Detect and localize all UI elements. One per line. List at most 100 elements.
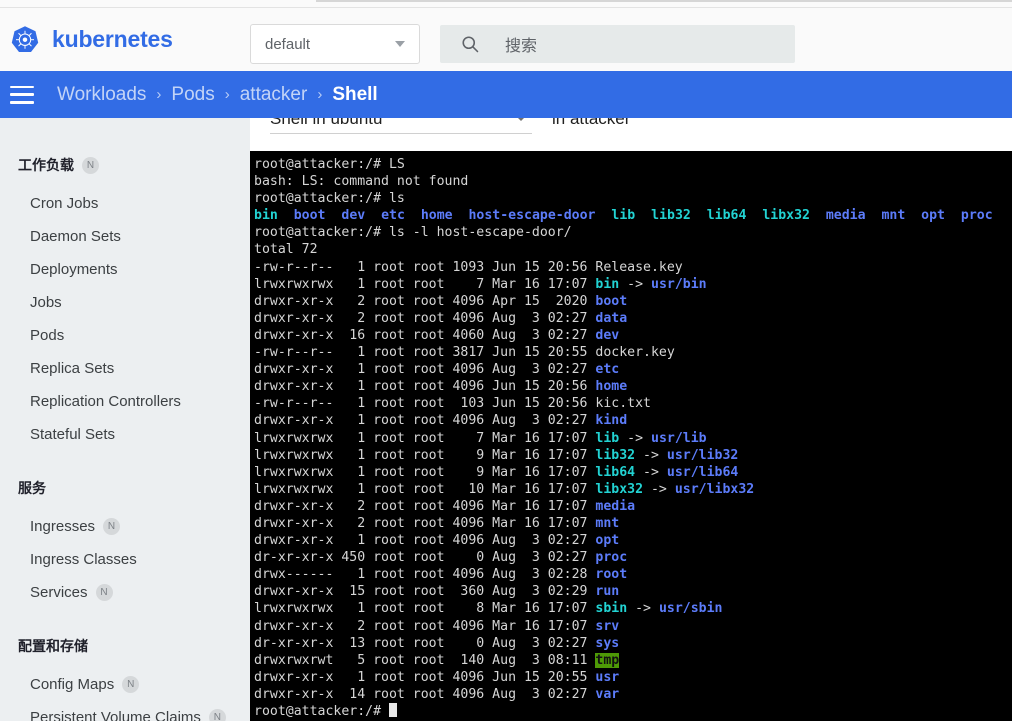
breadcrumb-item-shell: Shell [332, 83, 378, 105]
sidebar-item-pods[interactable]: Pods [0, 319, 250, 352]
terminal-text: lrwxrwxrwx 1 root root 9 Mar 16 17:07 [254, 447, 596, 463]
terminal-text: tmp [595, 652, 620, 668]
sidebar-item-label: Config Maps [30, 676, 115, 693]
terminal-text: lib [611, 208, 636, 224]
sidebar-item-replica-sets[interactable]: Replica Sets [0, 352, 250, 385]
terminal-text: -> [635, 464, 667, 480]
search-bar[interactable]: 搜索 [440, 25, 795, 63]
sidebar-item-ingress-classes[interactable]: Ingress Classes [0, 543, 250, 576]
breadcrumb-separator-icon: › [156, 86, 162, 103]
sidebar-item-label: Services [30, 584, 88, 601]
brand-logo[interactable]: kubernetes [10, 25, 173, 55]
terminal-text: libx32 [595, 481, 644, 497]
shell-selector-strip: Shell in ubuntu in attacker [250, 118, 1012, 151]
terminal-text: lrwxrwxrwx 1 root root 10 Mar 16 17:07 [254, 481, 596, 497]
terminal-text: usr/lib32 [666, 447, 739, 463]
terminal-line: lrwxrwxrwx 1 root root 10 Mar 16 17:07 l… [254, 481, 1012, 498]
terminal-text: boot [293, 208, 326, 224]
terminal-text: usr/sbin [658, 601, 723, 617]
top-edge-line-primary [316, 0, 1012, 2]
sidebar-item-persistent-volume-claims[interactable]: Persistent Volume Claims N [0, 701, 250, 721]
terminal-text: drwxr-xr-x 1 root root 4096 Aug 3 02:27 [254, 413, 596, 429]
terminal-text: usr [595, 669, 620, 685]
sidebar-item-label: Deployments [30, 261, 118, 278]
sidebar-item-label: Daemon Sets [30, 228, 121, 245]
breadcrumb-item-workloads[interactable]: Workloads [57, 84, 146, 106]
terminal-text: etc [595, 362, 620, 378]
terminal-text: -rw-r--r-- 1 root root 1093 Jun 15 20:56… [254, 259, 683, 275]
terminal-text: -rw-r--r-- 1 root root 3817 Jun 15 20:55… [254, 345, 675, 361]
sidebar-item-replication-controllers[interactable]: Replication Controllers [0, 385, 250, 418]
brand-name: kubernetes [52, 26, 173, 52]
sidebar-item-services[interactable]: Services N [0, 576, 250, 609]
terminal-text: dr-xr-xr-x 450 root root 0 Aug 3 02:27 [254, 550, 596, 566]
terminal-line: drwxr-xr-x 14 root root 4096 Aug 3 02:27… [254, 686, 1012, 703]
sidebar-group-title: 工作负载 N [0, 155, 250, 175]
terminal-text: data [595, 310, 628, 326]
terminal-text: media [595, 498, 636, 514]
terminal-text: drwxr-xr-x 2 root root 4096 Aug 3 02:27 [254, 310, 596, 326]
terminal-text: usr/bin [651, 276, 707, 292]
terminal-text: drwxr-xr-x 1 root root 4096 Aug 3 02:27 [254, 362, 596, 378]
terminal-panel[interactable]: root@attacker:/# LS bash: LS: command not… [250, 151, 1012, 721]
breadcrumb: Workloads › Pods › attacker › Shell [57, 84, 378, 106]
terminal-text: libx32 [762, 208, 810, 224]
breadcrumb-item-attacker[interactable]: attacker [240, 84, 308, 106]
terminal-text: lib [595, 430, 620, 446]
breadcrumb-separator-icon: › [224, 86, 230, 103]
terminal-line: lrwxrwxrwx 1 root root 7 Mar 16 17:07 bi… [254, 276, 1012, 293]
terminal-line: drwxr-xr-x 1 root root 4096 Aug 3 02:27 … [254, 532, 1012, 549]
terminal-text: sys [595, 635, 620, 651]
sidebar-item-stateful-sets[interactable]: Stateful Sets [0, 418, 250, 451]
terminal-line: drwxr-xr-x 16 root root 4060 Aug 3 02:27… [254, 327, 1012, 344]
hamburger-menu-icon[interactable] [10, 85, 34, 104]
terminal-text: media [825, 208, 866, 224]
sidebar-item-label: Jobs [30, 294, 62, 311]
sidebar-group-label: 工作负载 [18, 157, 74, 173]
shell-pod-label: in attacker [552, 118, 631, 128]
sidebar-item-label: Replica Sets [30, 360, 115, 377]
sidebar-nav[interactable]: 工作负载 N Cron Jobs Daemon Sets Deployments Jobs… [0, 118, 250, 721]
terminal-text: bash: LS: command not found [254, 174, 469, 190]
sidebar-item-deployments[interactable]: Deployments [0, 253, 250, 286]
shell-container-selector[interactable]: Shell in ubuntu [270, 118, 532, 134]
terminal-text: run [595, 584, 620, 600]
terminal-text: drwxr-xr-x 1 root root 4096 Aug 3 02:27 [254, 533, 596, 549]
terminal-text: -> [627, 601, 659, 617]
terminal-text: opt [921, 208, 945, 224]
terminal-text: -> [619, 276, 651, 292]
terminal-line: bin boot dev etc home host-escape-door l… [254, 207, 1012, 224]
namespace-selector[interactable]: default [250, 24, 420, 64]
terminal-line: drwxr-xr-x 2 root root 4096 Mar 16 17:07… [254, 498, 1012, 515]
terminal-line: drwx------ 1 root root 4096 Aug 3 02:28 … [254, 566, 1012, 583]
sidebar-item-jobs[interactable]: Jobs [0, 286, 250, 319]
breadcrumb-separator-icon: › [317, 86, 323, 103]
sidebar-item-ingresses[interactable]: Ingresses N [0, 510, 250, 543]
terminal-text: srv [595, 618, 620, 634]
terminal-text: usr/lib [651, 430, 707, 446]
sidebar-item-badge: N [208, 709, 226, 721]
terminal-text: opt [595, 533, 620, 549]
breadcrumb-item-pods[interactable]: Pods [171, 84, 214, 106]
terminal-line: drwxr-xr-x 1 root root 4096 Aug 3 02:27 … [254, 361, 1012, 378]
sidebar-item-label: Pods [30, 327, 65, 344]
terminal-text: home [595, 379, 628, 395]
sidebar-item-config-maps[interactable]: Config Maps N [0, 668, 250, 701]
terminal-text: lrwxrwxrwx 1 root root 7 Mar 16 17:07 [254, 430, 596, 446]
terminal-text: drwx------ 1 root root 4096 Aug 3 02:28 [254, 567, 596, 583]
terminal-text: drwxr-xr-x 1 root root 4096 Jun 15 20:55 [254, 669, 596, 685]
sidebar-item-daemon-sets[interactable]: Daemon Sets [0, 220, 250, 253]
terminal-text: drwxr-xr-x 15 root root 360 Aug 3 02:29 [254, 584, 596, 600]
terminal-line: lrwxrwxrwx 1 root root 8 Mar 16 17:07 sb… [254, 600, 1012, 617]
terminal-line: bash: LS: command not found [254, 173, 1012, 190]
sidebar-item-cron-jobs[interactable]: Cron Jobs [0, 187, 250, 220]
terminal-line: root@attacker:/# ls -l host-escape-door/ [254, 224, 1012, 241]
